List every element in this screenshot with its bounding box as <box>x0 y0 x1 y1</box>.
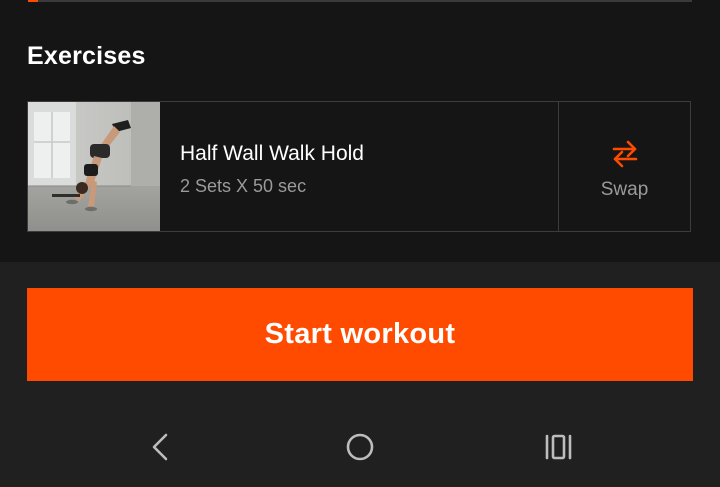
exercise-name: Half Wall Walk Hold <box>180 142 364 165</box>
progress-track <box>28 0 692 2</box>
exercise-info: Half Wall Walk Hold 2 Sets X 50 sec <box>160 102 558 231</box>
system-navigation-bar <box>0 410 720 487</box>
progress-fill <box>28 0 38 2</box>
back-button[interactable] <box>140 430 180 464</box>
exercises-heading: Exercises <box>27 42 146 70</box>
swap-button[interactable]: Swap <box>559 102 690 231</box>
exercise-sets-duration: 2 Sets X 50 sec <box>180 176 307 196</box>
handstand-photo <box>28 102 160 231</box>
recents-icon <box>545 434 572 460</box>
swap-arrows-icon <box>612 140 638 168</box>
exercises-panel: Exercises Half Wall Walk Hold 2 Sets X 5… <box>0 0 720 262</box>
back-chevron-icon <box>152 433 168 461</box>
workout-screen: Exercises Half Wall Walk Hold 2 Sets X 5… <box>0 0 720 487</box>
home-circle-icon <box>346 433 374 461</box>
exercise-card[interactable]: Half Wall Walk Hold 2 Sets X 50 sec Swap <box>27 101 691 232</box>
start-workout-button[interactable]: Start workout <box>27 288 693 381</box>
exercise-thumbnail <box>28 102 160 231</box>
recents-button[interactable] <box>539 430 579 464</box>
swap-label: Swap <box>600 179 649 200</box>
home-button[interactable] <box>340 430 380 464</box>
